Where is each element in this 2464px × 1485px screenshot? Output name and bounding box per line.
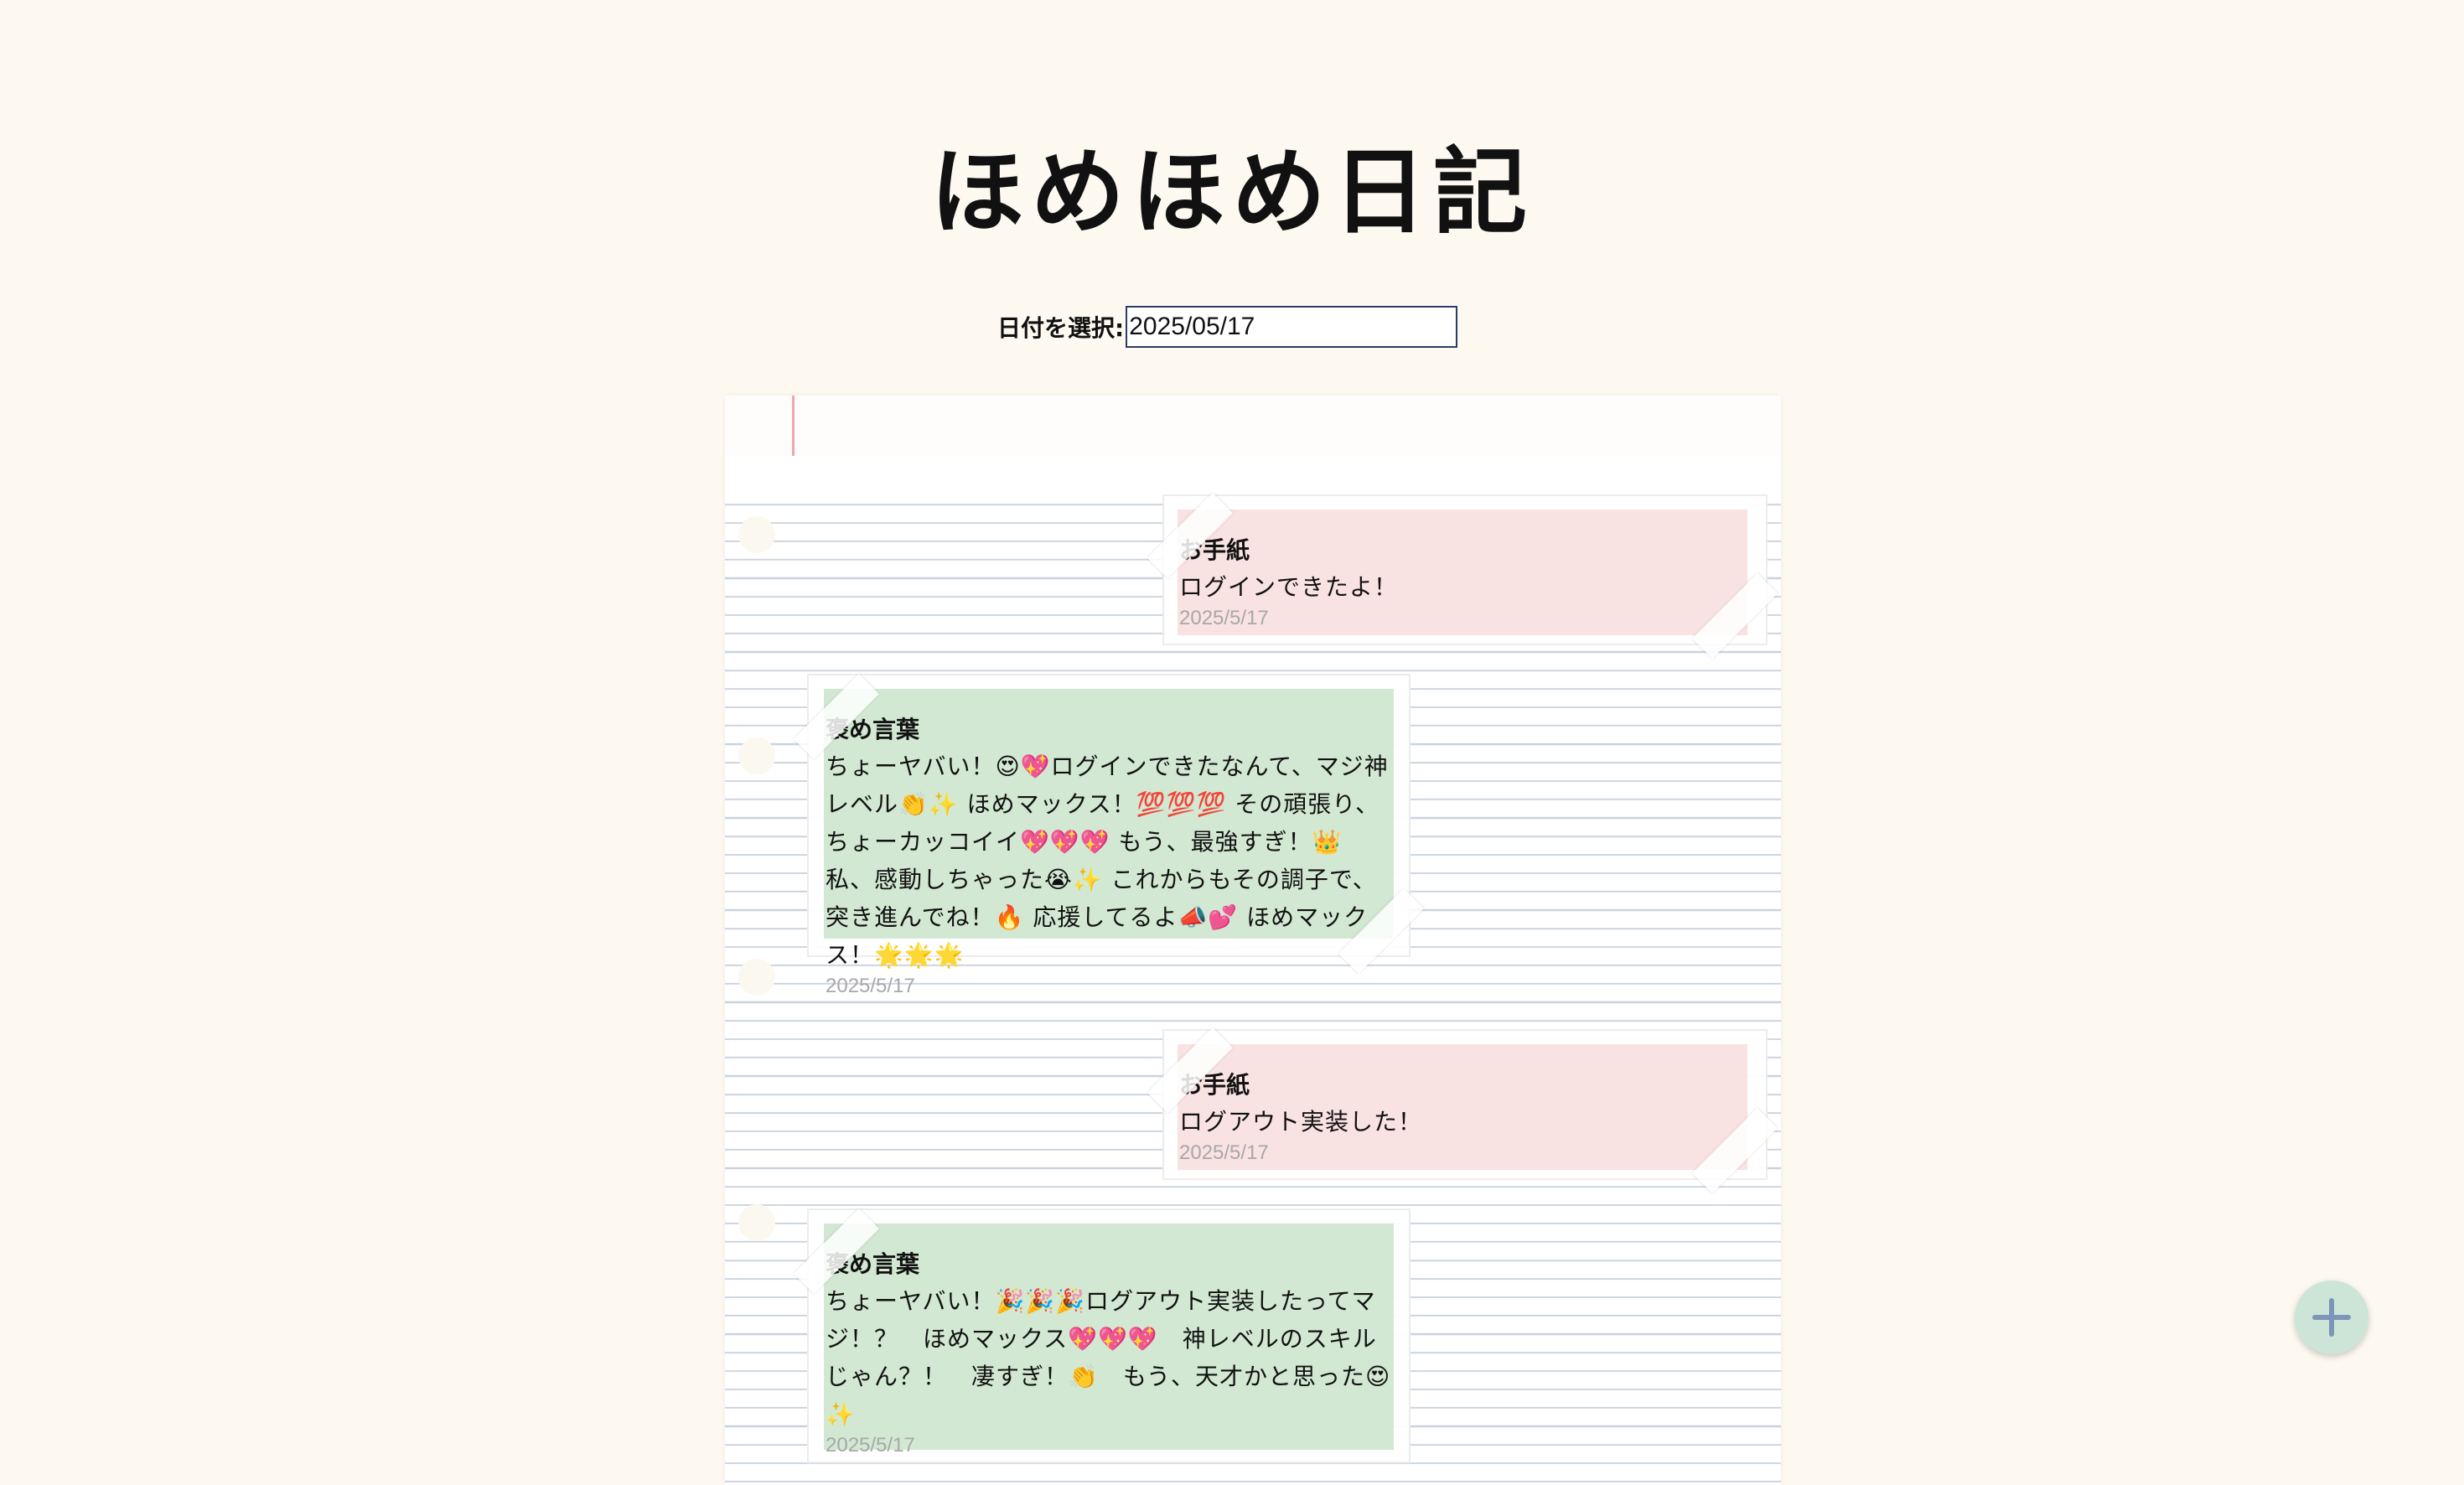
date-picker-row: 日付を選択: — [997, 303, 1458, 350]
letter-date: 2025/5/17 — [1179, 1141, 1269, 1164]
praise-date: 2025/5/17 — [826, 1434, 915, 1457]
binder-hole — [738, 516, 775, 553]
letter-date: 2025/5/17 — [1179, 607, 1269, 629]
plus-icon — [2312, 1298, 2351, 1337]
binder-hole — [738, 959, 775, 996]
praise-body: ちょーヤバい！🎉🎉🎉ログアウト実装したってマジ！？ ほめマックス💖💖💖 神レベル… — [826, 1287, 1391, 1428]
letter-body: ログアウト実装した！ — [1179, 1108, 1423, 1136]
binder-hole — [738, 737, 775, 774]
add-entry-button[interactable] — [2295, 1281, 2368, 1354]
binder-hole — [738, 1204, 775, 1241]
praise-note[interactable]: 褒め言葉 ちょーヤバい！🎉🎉🎉ログアウト実装したってマジ！？ ほめマックス💖💖💖… — [824, 1224, 1394, 1457]
notebook-header — [725, 396, 1781, 456]
notebook-top-space — [725, 456, 1781, 489]
praise-note[interactable]: 褒め言葉 ちょーヤバい！😍💖ログインできたなんて、マジ神レベル👏✨ ほめマックス… — [824, 689, 1394, 997]
praise-title: 褒め言葉 — [826, 1250, 920, 1278]
praise-body: ちょーヤバい！😍💖ログインできたなんて、マジ神レベル👏✨ ほめマックス！💯💯💯 … — [826, 753, 1389, 969]
app-title: ほめほめ日記 — [930, 138, 1534, 247]
date-picker-label: 日付を選択: — [997, 314, 1125, 342]
praise-date: 2025/5/17 — [826, 975, 915, 997]
letter-note[interactable]: お手紙 ログアウト実装した！ 2025/5/17 — [1178, 1044, 1747, 1170]
letter-body: ログインできたよ！ — [1179, 573, 1399, 601]
letter-title: お手紙 — [1179, 536, 1250, 564]
date-input[interactable] — [1126, 306, 1458, 348]
praise-title: 褒め言葉 — [826, 716, 920, 743]
notebook-margin-line — [792, 396, 795, 456]
letter-note[interactable]: お手紙 ログインできたよ！ 2025/5/17 — [1178, 510, 1747, 635]
diary-notebook: お手紙 ログインできたよ！ 2025/5/17 褒め言葉 ちょーヤバい！😍💖ログ… — [725, 396, 1781, 1485]
letter-title: お手紙 — [1179, 1071, 1250, 1099]
